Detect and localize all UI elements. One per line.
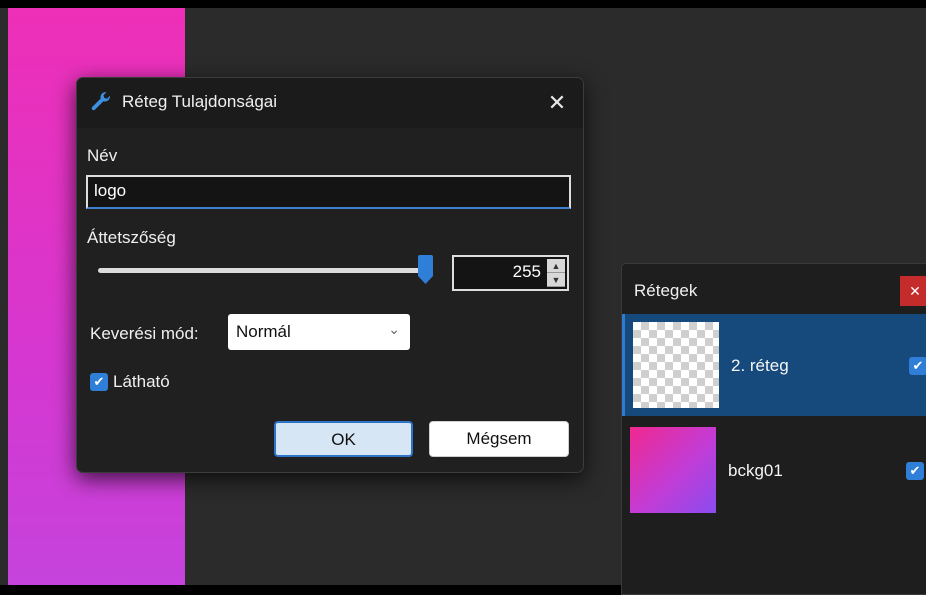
layer-thumbnail (633, 322, 719, 408)
cancel-button[interactable]: Mégsem (429, 421, 569, 457)
chevron-down-icon: ⌄ (388, 321, 400, 337)
visible-label[interactable]: Látható (113, 372, 170, 392)
close-icon[interactable]: ✕ (541, 87, 573, 119)
opacity-label: Áttetszőség (87, 228, 176, 247)
opacity-slider-track[interactable] (98, 268, 428, 273)
opacity-value[interactable]: 255 (513, 262, 541, 282)
spin-up-icon[interactable]: ▲ (547, 259, 565, 273)
layer-thumbnail (630, 427, 716, 513)
visible-checkbox[interactable]: ✔ (90, 373, 108, 391)
dialog-title: Réteg Tulajdonságai (122, 92, 278, 111)
layer-name: 2. réteg (731, 356, 789, 375)
blend-mode-label: Keverési mód: (90, 324, 199, 343)
layer-properties-dialog: Réteg Tulajdonságai ✕ Név logo Áttetszős… (76, 77, 584, 473)
opacity-slider-thumb[interactable] (417, 255, 434, 285)
name-label: Név (87, 146, 118, 165)
blend-mode-select[interactable]: Normál ⌄ (228, 314, 410, 350)
spin-down-icon[interactable]: ▼ (547, 273, 565, 287)
blend-mode-value: Normál (236, 322, 291, 341)
layer-visibility-checkbox[interactable]: ✔ (909, 357, 926, 375)
layer-name-input[interactable]: logo (86, 175, 571, 209)
opacity-spinbox[interactable]: 255 ▲ ▼ (452, 255, 569, 291)
layers-panel: Rétegek ✕ 2. réteg ✔ bckg01 ✔ (621, 263, 926, 595)
layer-name: bckg01 (728, 461, 783, 480)
layers-panel-title: Rétegek (634, 281, 698, 300)
ok-button[interactable]: OK (274, 421, 413, 457)
dialog-titlebar[interactable]: Réteg Tulajdonságai ✕ (77, 78, 583, 128)
layer-row[interactable]: bckg01 ✔ (622, 419, 926, 521)
close-icon[interactable]: ✕ (900, 276, 926, 306)
layer-visibility-checkbox[interactable]: ✔ (906, 462, 924, 480)
wrench-icon (89, 91, 113, 115)
layer-row[interactable]: 2. réteg ✔ (622, 314, 926, 416)
